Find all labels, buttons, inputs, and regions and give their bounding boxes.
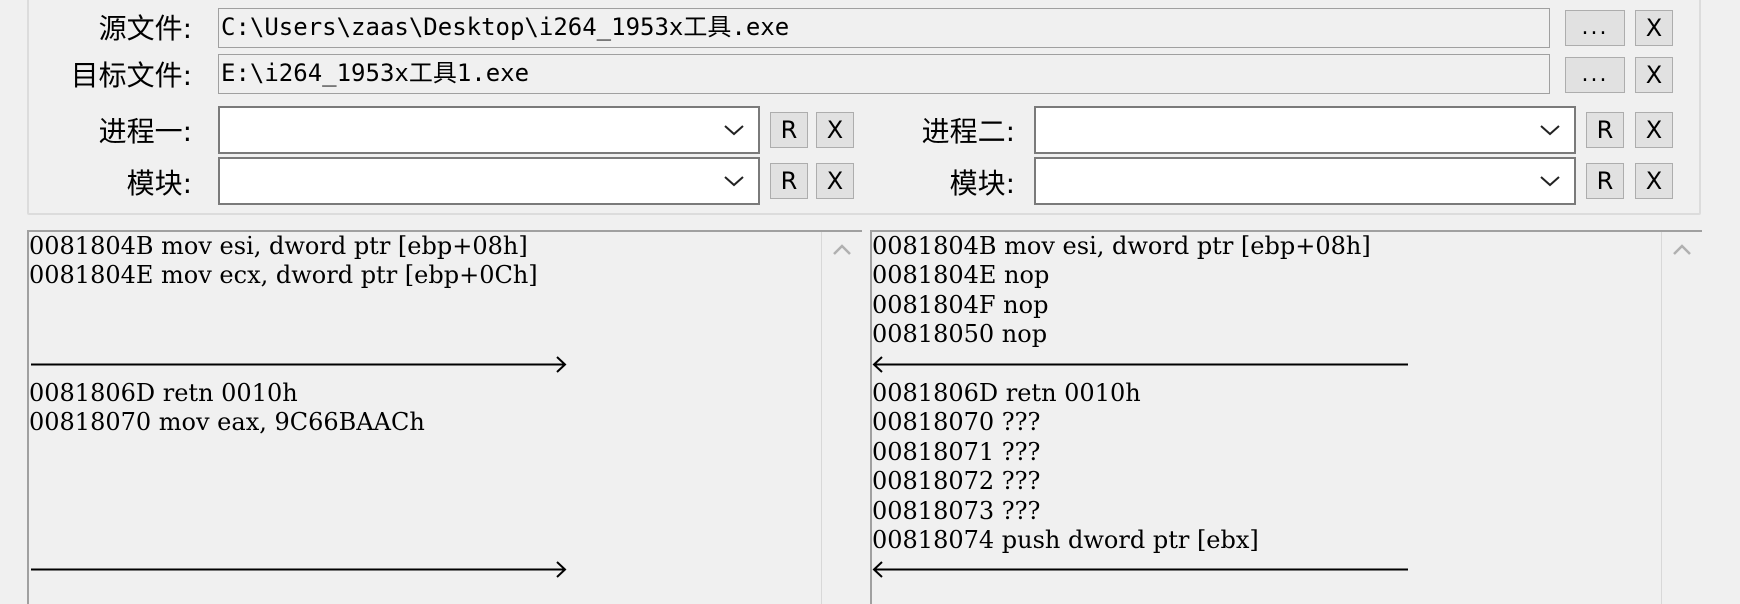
module2-label: 模块:	[949, 167, 1015, 200]
module1-refresh-button[interactable]: R	[770, 163, 808, 199]
disasm-line[interactable]: 0081804E mov ecx, dword ptr [ebp+0Ch]	[29, 261, 538, 290]
left-scrollbar[interactable]	[821, 232, 862, 604]
jump-arrow-left-icon	[872, 561, 1408, 579]
disasm-line[interactable]: 0081804E nop	[872, 261, 1049, 290]
source-file-label: 源文件:	[98, 12, 192, 45]
disasm-line[interactable]: 00818070 ???	[872, 408, 1040, 437]
disasm-line[interactable]: 00818071 ???	[872, 438, 1040, 467]
compare-window: 源文件: C:\Users\zaas\Desktop\i264_1953x工具.…	[0, 0, 1740, 604]
process2-clear-button[interactable]: X	[1635, 112, 1673, 148]
disasm-line[interactable]: 0081804B mov esi, dword ptr [ebp+08h]	[872, 232, 1371, 261]
scroll-up-icon[interactable]	[1672, 242, 1692, 256]
jump-arrow-left-icon	[872, 355, 1408, 373]
process1-combo[interactable]	[218, 106, 760, 154]
disasm-line[interactable]: 00818070 mov eax, 9C66BAACh	[29, 408, 425, 437]
target-file-path[interactable]: E:\i264_1953x工具1.exe	[218, 54, 1550, 94]
disasm-line[interactable]: 0081806D retn 0010h	[872, 379, 1141, 408]
target-browse-button[interactable]: ...	[1565, 57, 1625, 93]
scroll-up-icon[interactable]	[832, 242, 852, 256]
disasm-line[interactable]: 0081804F nop	[872, 291, 1048, 320]
source-clear-button[interactable]: X	[1635, 10, 1673, 46]
process2-combo[interactable]	[1034, 106, 1576, 154]
module1-label: 模块:	[126, 167, 192, 200]
process1-refresh-button[interactable]: R	[770, 112, 808, 148]
process2-refresh-button[interactable]: R	[1586, 112, 1624, 148]
disasm-line[interactable]: 00818074 push dword ptr [ebx]	[872, 526, 1259, 555]
target-file-label: 目标文件:	[70, 59, 192, 92]
target-clear-button[interactable]: X	[1635, 57, 1673, 93]
chevron-down-icon	[724, 125, 744, 136]
module2-clear-button[interactable]: X	[1635, 163, 1673, 199]
module1-combo[interactable]	[218, 157, 760, 205]
disasm-line[interactable]: 0081806D retn 0010h	[29, 379, 298, 408]
disasm-line[interactable]: 0081804B mov esi, dword ptr [ebp+08h]	[29, 232, 528, 261]
disasm-line[interactable]: 00818073 ???	[872, 497, 1040, 526]
right-scrollbar[interactable]	[1661, 232, 1702, 604]
jump-arrow-right-icon	[31, 355, 567, 373]
source-browse-button[interactable]: ...	[1565, 10, 1625, 46]
disasm-line[interactable]: 00818072 ???	[872, 467, 1040, 496]
process2-label: 进程二:	[921, 115, 1015, 148]
process1-label: 进程一:	[98, 115, 192, 148]
right-disasm-pane[interactable]: 0081804B mov esi, dword ptr [ebp+08h] 008…	[870, 230, 1702, 604]
chevron-down-icon	[1540, 176, 1560, 187]
chevron-down-icon	[724, 176, 744, 187]
module2-combo[interactable]	[1034, 157, 1576, 205]
chevron-down-icon	[1540, 125, 1560, 136]
left-disasm-pane[interactable]: 0081804B mov esi, dword ptr [ebp+08h] 008…	[27, 230, 862, 604]
disasm-line[interactable]: 00818050 nop	[872, 320, 1047, 349]
source-file-path[interactable]: C:\Users\zaas\Desktop\i264_1953x工具.exe	[218, 8, 1550, 48]
jump-arrow-right-icon	[31, 561, 567, 579]
module2-refresh-button[interactable]: R	[1586, 163, 1624, 199]
